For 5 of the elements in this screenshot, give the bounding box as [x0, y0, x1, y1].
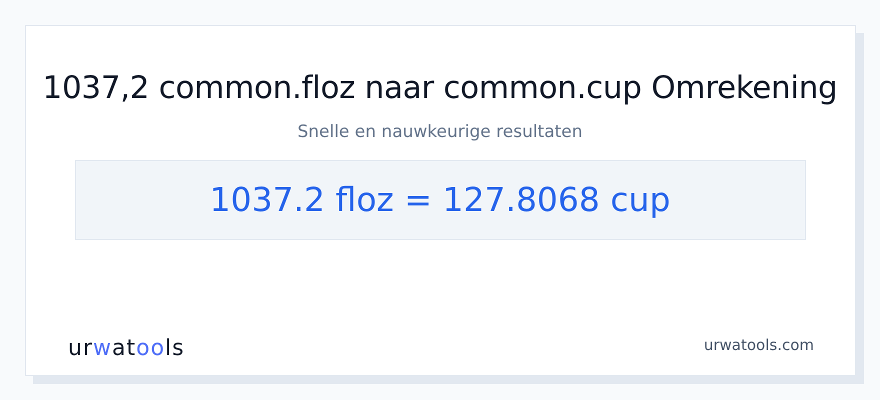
page-title: 1037,2 common.floz naar common.cup Omrekening [42, 69, 838, 108]
site-url: urwatools.com [704, 335, 814, 356]
logo: urwatools [68, 336, 185, 362]
result-text: 1037.2 floz = 127.8068 cup [74, 160, 806, 240]
subtitle: Snelle en nauwkeurige resultaten [297, 121, 583, 144]
